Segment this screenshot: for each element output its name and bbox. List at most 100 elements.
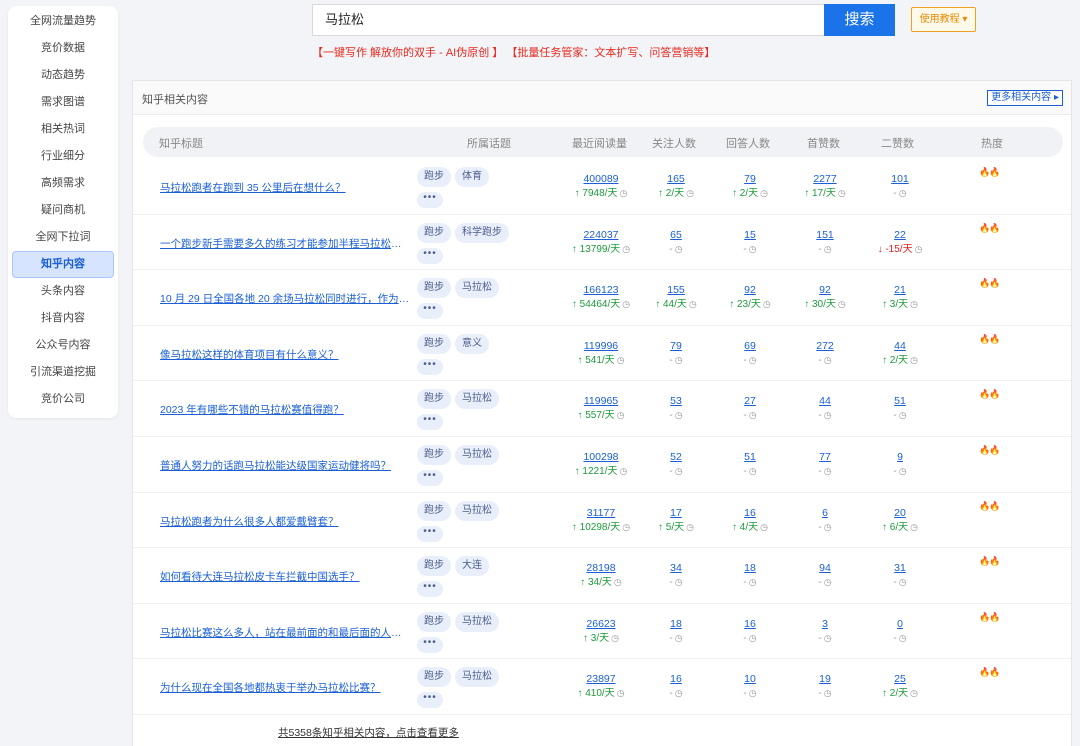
answers-value[interactable]: 27 <box>710 395 790 408</box>
answers-value[interactable]: 18 <box>710 562 790 575</box>
clock-icon[interactable]: ◷ <box>622 522 630 532</box>
topic-tag[interactable]: 跑步 <box>417 278 451 299</box>
clock-icon[interactable]: ◷ <box>838 299 846 309</box>
followers-value[interactable]: 65 <box>636 229 716 242</box>
clock-icon[interactable]: ◷ <box>749 577 757 587</box>
reads-value[interactable]: 31177 <box>561 507 641 520</box>
clock-icon[interactable]: ◷ <box>617 688 625 698</box>
followers-value[interactable]: 34 <box>636 562 716 575</box>
sidebar-item[interactable]: 头条内容 <box>8 278 118 305</box>
clock-icon[interactable]: ◷ <box>675 577 683 587</box>
sidebar-item[interactable]: 公众号内容 <box>8 332 118 359</box>
first-likes-value[interactable]: 19 <box>785 673 865 686</box>
reads-value[interactable]: 119965 <box>561 395 641 408</box>
sidebar-item[interactable]: 抖音内容 <box>8 305 118 332</box>
clock-icon[interactable]: ◷ <box>749 688 757 698</box>
answers-value[interactable]: 10 <box>710 673 790 686</box>
question-title-link[interactable]: 马拉松跑者为什么很多人都爱戴臂套？ <box>160 514 410 529</box>
topic-tag[interactable]: 马拉松 <box>455 667 499 688</box>
clock-icon[interactable]: ◷ <box>686 522 694 532</box>
topic-tag[interactable]: 跑步 <box>417 611 451 632</box>
clock-icon[interactable]: ◷ <box>617 355 625 365</box>
topic-tag[interactable]: 跑步 <box>417 444 451 465</box>
second-likes-value[interactable]: 44 <box>860 340 940 353</box>
first-likes-value[interactable]: 151 <box>785 229 865 242</box>
promo-ai-writing-link[interactable]: 【一键写作 解放你的双手 - AI伪原创 】 <box>312 47 503 59</box>
topic-tag[interactable]: 马拉松 <box>455 611 499 632</box>
sidebar-item[interactable]: 全网下拉词 <box>8 224 118 251</box>
clock-icon[interactable]: ◷ <box>910 522 918 532</box>
more-tags-icon[interactable]: ••• <box>417 303 443 320</box>
clock-icon[interactable]: ◷ <box>910 299 918 309</box>
sidebar-item[interactable]: 动态趋势 <box>8 62 118 89</box>
second-likes-value[interactable]: 101 <box>860 173 940 186</box>
clock-icon[interactable]: ◷ <box>824 410 832 420</box>
topic-tag[interactable]: 跑步 <box>417 500 451 521</box>
reads-value[interactable]: 400089 <box>561 173 641 186</box>
sidebar-item[interactable]: 高频需求 <box>8 170 118 197</box>
topic-tag[interactable]: 跑步 <box>417 556 451 577</box>
followers-value[interactable]: 165 <box>636 173 716 186</box>
clock-icon[interactable]: ◷ <box>824 522 832 532</box>
clock-icon[interactable]: ◷ <box>910 355 918 365</box>
reads-value[interactable]: 26623 <box>561 618 641 631</box>
answers-value[interactable]: 92 <box>710 284 790 297</box>
question-title-link[interactable]: 马拉松跑者在跑到 35 公里后在想什么？ <box>160 180 410 195</box>
answers-value[interactable]: 69 <box>710 340 790 353</box>
followers-value[interactable]: 18 <box>636 618 716 631</box>
more-tags-icon[interactable]: ••• <box>417 358 443 375</box>
question-title-link[interactable]: 马拉松比赛这么多人，站在最前面的和最后面的人可以差多少时间？ <box>160 625 410 640</box>
reads-value[interactable]: 100298 <box>561 451 641 464</box>
topic-tag[interactable]: 跑步 <box>417 389 451 410</box>
first-likes-value[interactable]: 6 <box>785 507 865 520</box>
reads-value[interactable]: 28198 <box>561 562 641 575</box>
more-tags-icon[interactable]: ••• <box>417 525 443 542</box>
question-title-link[interactable]: 如何看待大连马拉松皮卡车拦截中国选手？ <box>160 569 410 584</box>
followers-value[interactable]: 53 <box>636 395 716 408</box>
topic-tag[interactable]: 跑步 <box>417 167 451 187</box>
question-title-link[interactable]: 一个跑步新手需要多久的练习才能参加半程马拉松并完赛？ <box>160 236 410 251</box>
reads-value[interactable]: 166123 <box>561 284 641 297</box>
second-likes-value[interactable]: 9 <box>860 451 940 464</box>
sidebar-item[interactable]: 需求图谱 <box>8 89 118 116</box>
clock-icon[interactable]: ◷ <box>899 577 907 587</box>
promo-batch-task-link[interactable]: 【批量任务管家：文本扩写、问答营销等】 <box>506 47 715 59</box>
topic-tag[interactable]: 意义 <box>455 333 489 354</box>
first-likes-value[interactable]: 3 <box>785 618 865 631</box>
more-tags-icon[interactable]: ••• <box>417 469 443 486</box>
topic-tag[interactable]: 跑步 <box>417 222 451 243</box>
clock-icon[interactable]: ◷ <box>763 299 771 309</box>
followers-value[interactable]: 16 <box>636 673 716 686</box>
search-input[interactable]: 马拉松 <box>312 4 824 36</box>
sidebar-item[interactable]: 相关热词 <box>8 116 118 143</box>
sidebar-item[interactable]: 疑问商机 <box>8 197 118 224</box>
sidebar-item[interactable]: 竞价公司 <box>8 386 118 413</box>
answers-value[interactable]: 16 <box>710 618 790 631</box>
clock-icon[interactable]: ◷ <box>899 410 907 420</box>
first-likes-value[interactable]: 44 <box>785 395 865 408</box>
clock-icon[interactable]: ◷ <box>749 244 757 254</box>
clock-icon[interactable]: ◷ <box>617 410 625 420</box>
question-title-link[interactable]: 为什么现在全国各地都热衷于举办马拉松比赛？ <box>160 680 410 695</box>
more-tags-icon[interactable]: ••• <box>417 192 443 208</box>
clock-icon[interactable]: ◷ <box>824 466 832 476</box>
question-title-link[interactable]: 10 月 29 日全国各地 20 余场马拉松同时进行，作为跑者你怎么看？ <box>160 291 410 306</box>
second-likes-value[interactable]: 20 <box>860 507 940 520</box>
clock-icon[interactable]: ◷ <box>675 633 683 643</box>
reads-value[interactable]: 224037 <box>561 229 641 242</box>
answers-value[interactable]: 15 <box>710 229 790 242</box>
topic-tag[interactable]: 跑步 <box>417 333 451 354</box>
first-likes-value[interactable]: 77 <box>785 451 865 464</box>
sidebar-item[interactable]: 竞价数据 <box>8 35 118 62</box>
clock-icon[interactable]: ◷ <box>824 633 832 643</box>
followers-value[interactable]: 17 <box>636 507 716 520</box>
sidebar-item[interactable]: 全网流量趋势 <box>8 8 118 35</box>
clock-icon[interactable]: ◷ <box>675 688 683 698</box>
more-tags-icon[interactable]: ••• <box>417 692 443 709</box>
clock-icon[interactable]: ◷ <box>675 466 683 476</box>
clock-icon[interactable]: ◷ <box>611 633 619 643</box>
clock-icon[interactable]: ◷ <box>675 355 683 365</box>
topic-tag[interactable]: 马拉松 <box>455 444 499 465</box>
second-likes-value[interactable]: 0 <box>860 618 940 631</box>
clock-icon[interactable]: ◷ <box>824 244 832 254</box>
